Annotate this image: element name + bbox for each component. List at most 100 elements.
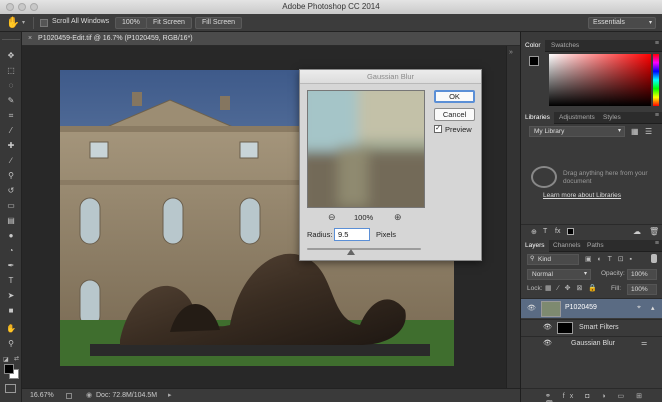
- tab-paths[interactable]: Paths: [583, 240, 608, 252]
- minimize-window-icon[interactable]: [18, 3, 26, 11]
- layers-footer-icons[interactable]: ⚭ fx ◘ ◑ ▭ ⊞ 🗑: [545, 392, 662, 402]
- default-colors-icon[interactable]: ◪: [3, 356, 9, 363]
- quick-mask-icon[interactable]: [5, 384, 16, 393]
- trash-icon[interactable]: 🗑: [649, 227, 659, 236]
- clone-stamp-tool-icon[interactable]: ⚲: [4, 170, 18, 182]
- hand-tool-icon[interactable]: ✋: [6, 16, 20, 29]
- add-graphic-icon[interactable]: ⊕: [531, 228, 537, 236]
- zoom-100-button[interactable]: 100%: [115, 17, 147, 29]
- workspace-select[interactable]: Essentials ▾: [588, 17, 656, 29]
- gradient-tool-icon[interactable]: ▤: [4, 215, 18, 227]
- radius-slider-track[interactable]: [307, 248, 421, 250]
- eye-icon[interactable]: 👁: [543, 323, 552, 331]
- share-icon[interactable]: [66, 393, 72, 399]
- tab-adjustments[interactable]: Adjustments: [555, 112, 599, 124]
- zoom-out-icon[interactable]: ⊖: [328, 212, 336, 223]
- preview-checkbox[interactable]: ✓: [434, 125, 442, 133]
- close-document-icon[interactable]: ×: [28, 35, 32, 42]
- color-panel-foreground[interactable]: [529, 56, 539, 66]
- eye-icon[interactable]: 👁: [543, 339, 552, 347]
- layer-name[interactable]: P1020459: [565, 304, 597, 311]
- eraser-tool-icon[interactable]: ▭: [4, 200, 18, 212]
- blend-mode-select[interactable]: Normal ▾: [527, 269, 591, 280]
- layer-filter-icons[interactable]: ▣ ◐ T ⊡ ▪: [585, 255, 634, 263]
- quick-select-tool-icon[interactable]: ✎: [4, 95, 18, 107]
- title-bar: Adobe Photoshop CC 2014: [0, 0, 662, 14]
- healing-brush-tool-icon[interactable]: ✚: [4, 140, 18, 152]
- type-tool-icon[interactable]: T: [4, 275, 18, 287]
- tab-styles[interactable]: Styles: [599, 112, 625, 124]
- foreground-color-swatch[interactable]: [4, 364, 14, 374]
- fill-field[interactable]: 100%: [627, 284, 657, 295]
- list-view-icon[interactable]: ☰: [645, 127, 652, 136]
- tools-panel-grip[interactable]: [2, 34, 20, 40]
- libraries-footer: ⊕ T fx ☁ 🗑: [521, 224, 662, 238]
- filter-blending-options-icon[interactable]: ⚌: [641, 339, 647, 347]
- zoom-in-icon[interactable]: ⊕: [394, 212, 402, 223]
- fill-screen-button[interactable]: Fill Screen: [195, 17, 243, 29]
- brush-tool-icon[interactable]: ∕: [4, 155, 18, 167]
- eye-icon[interactable]: 👁: [527, 304, 536, 312]
- color-field[interactable]: [549, 54, 651, 106]
- tab-color[interactable]: Color: [521, 40, 545, 52]
- collapse-icon[interactable]: »: [509, 49, 513, 56]
- panel-menu-icon[interactable]: ≡: [655, 112, 659, 119]
- layer-filter-select[interactable]: ⚲ Kind: [527, 254, 579, 265]
- tab-channels[interactable]: Channels: [549, 240, 584, 252]
- zoom-window-icon[interactable]: [30, 3, 38, 11]
- chevron-down-icon: ▾: [583, 271, 587, 277]
- sync-icon[interactable]: ☁: [633, 227, 641, 236]
- hand-tool-icon[interactable]: ✋: [4, 323, 18, 335]
- tab-layers[interactable]: Layers: [521, 240, 549, 252]
- fit-screen-button[interactable]: Fit Screen: [146, 17, 192, 29]
- add-color-icon[interactable]: [567, 228, 574, 235]
- panel-menu-icon[interactable]: ≡: [655, 240, 659, 247]
- layer-row[interactable]: 👁 Smart Filters: [521, 319, 662, 335]
- search-icon: ⚲: [530, 256, 535, 262]
- opacity-field[interactable]: 100%: [627, 269, 657, 280]
- lasso-tool-icon[interactable]: ◌: [4, 80, 18, 92]
- status-menu-icon[interactable]: ▸: [168, 389, 172, 402]
- document-tab[interactable]: × P1020459-Edit.tif @ 16.7% (P1020459, R…: [22, 32, 520, 46]
- layer-row[interactable]: 👁 Gaussian Blur ⚌: [521, 336, 662, 350]
- pen-tool-icon[interactable]: ✒: [4, 260, 18, 272]
- path-selection-tool-icon[interactable]: ➤: [4, 290, 18, 302]
- radius-input[interactable]: 9.5: [334, 228, 370, 241]
- chevron-up-icon[interactable]: ▴: [651, 304, 655, 312]
- layer-name[interactable]: Smart Filters: [579, 324, 619, 331]
- tools-panel: ✥ ⬚ ◌ ✎ ⌗ ⁄ ✚ ∕ ⚲ ↺ ▭ ▤ ● ◔ ✒ T ➤ ■ ✋ ⚲ …: [0, 32, 22, 402]
- tab-swatches[interactable]: Swatches: [547, 40, 583, 52]
- learn-more-libraries-link[interactable]: Learn more about Libraries: [543, 192, 621, 199]
- grid-view-icon[interactable]: ▦: [631, 127, 639, 136]
- panel-menu-icon[interactable]: ≡: [655, 40, 659, 47]
- dodge-tool-icon[interactable]: ◔: [4, 245, 18, 257]
- ok-button[interactable]: OK: [434, 90, 475, 103]
- eyedropper-tool-icon[interactable]: ⁄: [4, 125, 18, 137]
- radius-slider-handle[interactable]: [347, 249, 355, 255]
- hue-slider[interactable]: [653, 54, 659, 106]
- layer-row[interactable]: 👁 P1020459 ⌖ ▴: [521, 298, 662, 318]
- filter-toggle-icon[interactable]: [651, 254, 657, 263]
- blur-preview-image: [308, 91, 424, 207]
- zoom-tool-icon[interactable]: ⚲: [4, 338, 18, 350]
- cancel-button[interactable]: Cancel: [434, 108, 475, 121]
- zoom-level[interactable]: 16.67%: [30, 389, 54, 402]
- crop-tool-icon[interactable]: ⌗: [4, 110, 18, 122]
- lock-icons[interactable]: ▦ ∕ ✥ ⊠ 🔒: [545, 284, 599, 292]
- scroll-all-windows-checkbox[interactable]: [40, 19, 48, 27]
- close-window-icon[interactable]: [6, 3, 14, 11]
- marquee-tool-icon[interactable]: ⬚: [4, 65, 18, 77]
- tool-preset-chevron-icon[interactable]: ▾: [22, 19, 25, 26]
- history-brush-tool-icon[interactable]: ↺: [4, 185, 18, 197]
- add-text-icon[interactable]: T: [543, 228, 547, 235]
- tab-libraries[interactable]: Libraries: [521, 112, 554, 124]
- add-layer-style-icon[interactable]: fx: [555, 228, 560, 235]
- blur-preview[interactable]: [307, 90, 425, 208]
- swap-colors-icon[interactable]: ⇄: [14, 355, 19, 362]
- library-select[interactable]: My Library ▾: [529, 126, 625, 137]
- shape-tool-icon[interactable]: ■: [4, 305, 18, 317]
- visibility-options-icon[interactable]: ⌖: [637, 304, 641, 312]
- layer-name[interactable]: Gaussian Blur: [571, 340, 615, 347]
- move-tool-icon[interactable]: ✥: [4, 50, 18, 62]
- blur-tool-icon[interactable]: ●: [4, 230, 18, 242]
